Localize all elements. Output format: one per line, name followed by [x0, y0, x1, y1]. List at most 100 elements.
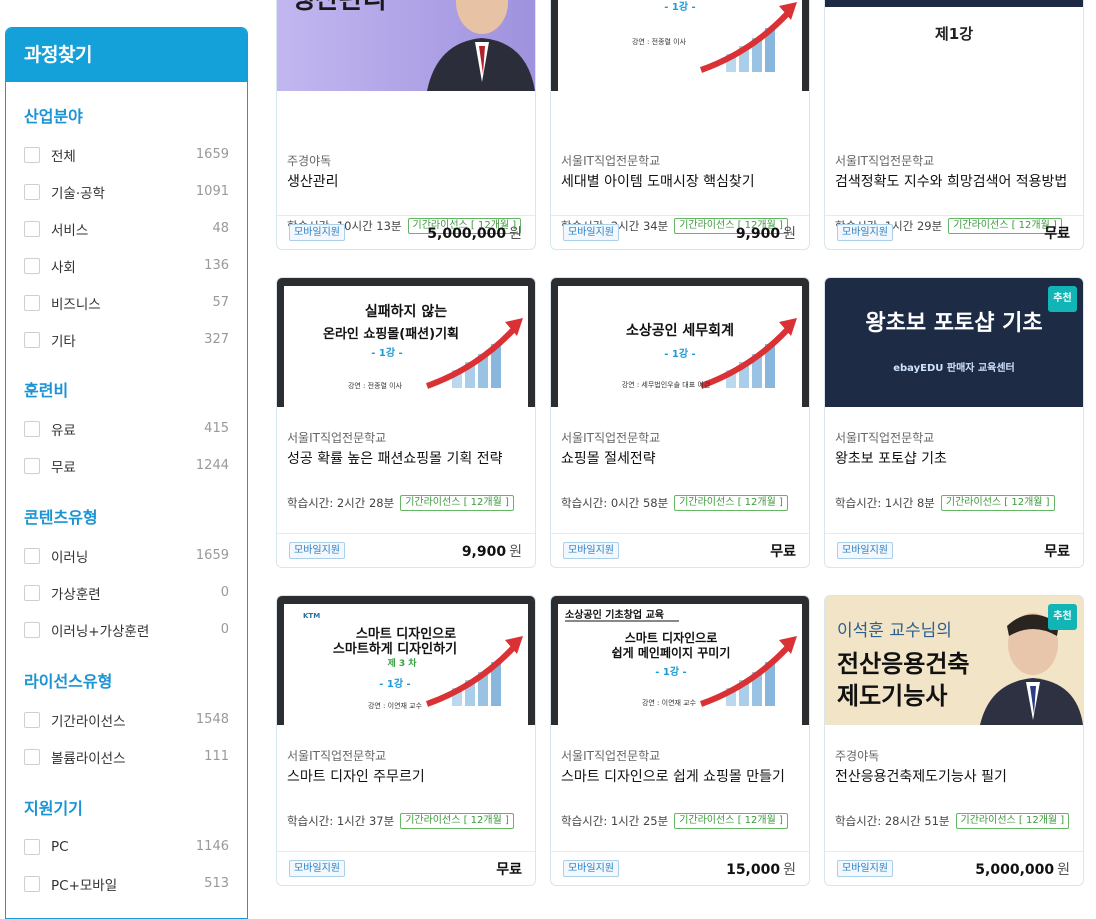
- course-provider: 서울IT직업전문학교: [561, 431, 661, 445]
- price-value: 무료: [1044, 544, 1070, 560]
- svg-text:소상공인 기초창업 교육: 소상공인 기초창업 교육: [565, 608, 664, 621]
- course-thumbnail: 검색정확도 지수와 희망검색어 적용방법ebayEDU 판매자 교육센터제1강: [825, 0, 1083, 91]
- filter-option[interactable]: 볼륨라이선스 111: [6, 738, 247, 775]
- course-thumbnail-wrap[interactable]: 검색정확도 지수와 희망검색어 적용방법ebayEDU 판매자 교육센터제1강: [825, 0, 1083, 91]
- filter-sidebar: 과정찾기 산업분야 전체 1659 기술·공학 1091 서비스 48 사회 136 비즈니스 57…: [5, 27, 248, 919]
- svg-text:강연 : 세무법인우솔 대표 이걸: 강연 : 세무법인우솔 대표 이걸: [622, 380, 711, 389]
- filter-checkbox[interactable]: [24, 294, 40, 311]
- price-value: 9,900: [461, 544, 507, 560]
- filter-checkbox[interactable]: [24, 257, 40, 274]
- filter-option[interactable]: 이러닝 1659: [6, 537, 247, 574]
- course-card[interactable]: 실패하지 않는 온라인 쇼핑몰(패션)기획 - 1강 - 강연 : 전종렬 이사 서울I…: [276, 277, 536, 568]
- filter-checkbox[interactable]: [24, 584, 40, 601]
- course-title[interactable]: 왕초보 포토샵 기초: [835, 448, 947, 468]
- course-thumbnail-wrap[interactable]: 동대문시장,이것만 알면 난 원도매 !- 1강 -강연 : 전종렬 이사: [551, 0, 809, 91]
- filter-option[interactable]: 기타 327: [6, 321, 247, 358]
- course-thumbnail-wrap[interactable]: 실패하지 않는 온라인 쇼핑몰(패션)기획 - 1강 - 강연 : 전종렬 이사: [277, 278, 535, 407]
- filter-option[interactable]: 기술·공학 1091: [6, 173, 247, 210]
- svg-text:온라인 쇼핑몰(패션)기획: 온라인 쇼핑몰(패션)기획: [323, 326, 459, 342]
- filter-checkbox[interactable]: [24, 183, 40, 200]
- study-time-text: 학습시간: 1시간 37분: [287, 814, 395, 828]
- svg-text:제도기능사: 제도기능사: [837, 682, 947, 710]
- filter-checkbox[interactable]: [24, 220, 40, 237]
- filter-option[interactable]: 서비스 48: [6, 210, 247, 247]
- mobile-support-badge: 모바일지원: [289, 224, 345, 241]
- study-time-text: 학습시간: 1시간 25분: [561, 814, 669, 828]
- filter-option[interactable]: 무료 1244: [6, 447, 247, 484]
- mobile-support-badge: 모바일지원: [837, 224, 893, 241]
- filter-checkbox[interactable]: [24, 621, 40, 638]
- svg-text:제 3 차: 제 3 차: [387, 657, 417, 669]
- currency-unit: 원: [509, 226, 522, 242]
- study-time: 학습시간: 1시간 25분 기간라이선스 [ 12개월 ]: [561, 813, 788, 829]
- filter-label: 이러닝+가상훈련: [51, 623, 150, 640]
- course-card[interactable]: 이석훈 교수님의 전산응용건축 제도기능사 주경야독 전산응용건축제도기능사 필기 학습시…: [824, 595, 1084, 886]
- course-title[interactable]: 성공 확률 높은 패션쇼핑몰 기획 전략: [287, 448, 502, 468]
- svg-text:이석훈 교수님의: 이석훈 교수님의: [837, 621, 952, 641]
- course-title[interactable]: 생산관리: [287, 171, 339, 191]
- course-thumbnail-wrap[interactable]: 왕초보 포토샵 기초 ebayEDU 판매자 교육센터: [825, 278, 1083, 407]
- filter-checkbox[interactable]: [24, 748, 40, 765]
- course-thumbnail-wrap[interactable]: 이영철 교수님의생산관리: [277, 0, 535, 91]
- study-time: 학습시간: 1시간 8분 기간라이선스 [ 12개월 ]: [835, 495, 1055, 511]
- course-thumbnail-wrap[interactable]: 소상공인 세무회계 - 1강 - 강연 : 세무법인우솔 대표 이걸: [551, 278, 809, 407]
- filter-option[interactable]: 비즈니스 57: [6, 284, 247, 321]
- course-thumbnail-wrap[interactable]: 이석훈 교수님의 전산응용건축 제도기능사: [825, 596, 1083, 725]
- svg-text:강연 : 전종렬 이사: 강연 : 전종렬 이사: [348, 381, 403, 390]
- filter-checkbox[interactable]: [24, 547, 40, 564]
- course-provider: 서울IT직업전문학교: [835, 154, 935, 168]
- course-card[interactable]: 이영철 교수님의생산관리주경야독생산관리학습시간: 10시간 13분기간라이선스…: [276, 0, 536, 250]
- filter-option[interactable]: PC 1146: [6, 828, 247, 865]
- mobile-support-badge: 모바일지원: [289, 542, 345, 559]
- course-title[interactable]: 전산응용건축제도기능사 필기: [835, 766, 1007, 786]
- svg-text:스마트하게 디자인하기: 스마트하게 디자인하기: [333, 641, 457, 657]
- filter-count: 1548: [195, 712, 229, 727]
- course-price: 9,900 원: [736, 223, 796, 243]
- filter-option[interactable]: 전체 1659: [6, 136, 247, 173]
- filter-checkbox[interactable]: [24, 838, 40, 855]
- course-title[interactable]: 스마트 디자인으로 쉽게 쇼핑몰 만들기: [561, 766, 785, 786]
- course-price: 무료: [1044, 223, 1070, 243]
- filter-checkbox[interactable]: [24, 146, 40, 163]
- course-title[interactable]: 검색정확도 지수와 희망검색어 적용방법: [835, 171, 1067, 191]
- filter-option[interactable]: 이러닝+가상훈련 0: [6, 611, 247, 648]
- card-footer: 모바일지원 9,900 원: [277, 533, 535, 567]
- filter-checkbox[interactable]: [24, 875, 40, 892]
- filter-checkbox[interactable]: [24, 711, 40, 728]
- course-card[interactable]: 소상공인 기초창업 교육 스마트 디자인으로 쉽게 메인페이지 꾸미기 - 1강 - 강…: [550, 595, 810, 886]
- mobile-support-badge: 모바일지원: [563, 860, 619, 877]
- course-card[interactable]: 소상공인 세무회계 - 1강 - 강연 : 세무법인우솔 대표 이걸서울IT직업전문…: [550, 277, 810, 568]
- filter-option[interactable]: 기간라이선스 1548: [6, 701, 247, 738]
- filter-checkbox[interactable]: [24, 420, 40, 437]
- filter-count: 136: [204, 258, 229, 273]
- filter-label: 기간라이선스: [51, 713, 126, 730]
- filter-option[interactable]: 사회 136: [6, 247, 247, 284]
- price-value: 15,000: [726, 862, 781, 878]
- mobile-support-badge: 모바일지원: [837, 860, 893, 877]
- mobile-support-badge: 모바일지원: [289, 860, 345, 877]
- filter-checkbox[interactable]: [24, 457, 40, 474]
- course-title[interactable]: 세대별 아이템 도매시장 핵심찾기: [561, 171, 755, 191]
- svg-text:- 1강 -: - 1강 -: [371, 346, 402, 359]
- filter-label: 사회: [51, 259, 76, 276]
- course-provider: 서울IT직업전문학교: [287, 431, 387, 445]
- course-card[interactable]: 왕초보 포토샵 기초 ebayEDU 판매자 교육센터 서울IT직업전문학교 왕초보 …: [824, 277, 1084, 568]
- course-provider: 주경야독: [287, 154, 332, 168]
- filter-checkbox[interactable]: [24, 331, 40, 348]
- filter-count: 57: [212, 295, 229, 310]
- course-title[interactable]: 쇼핑몰 절세전략: [561, 448, 656, 468]
- sidebar-title: 과정찾기: [6, 28, 247, 82]
- filter-option[interactable]: 유료 415: [6, 410, 247, 447]
- price-value: 5,000,000: [975, 862, 1055, 878]
- filter-option[interactable]: 가상훈련 0: [6, 574, 247, 611]
- course-thumbnail-wrap[interactable]: KTM 스마트 디자인으로 스마트하게 디자인하기 제 3 차 - 1강 - 강연 : 이…: [277, 596, 535, 725]
- course-title[interactable]: 스마트 디자인 주무르기: [287, 766, 425, 786]
- course-card[interactable]: KTM 스마트 디자인으로 스마트하게 디자인하기 제 3 차 - 1강 - 강연 : 이…: [276, 595, 536, 886]
- card-footer: 모바일지원 15,000 원: [551, 851, 809, 885]
- filter-option[interactable]: PC+모바일 513: [6, 865, 247, 902]
- course-card[interactable]: 동대문시장,이것만 알면 난 원도매 !- 1강 -강연 : 전종렬 이사서울I…: [550, 0, 810, 250]
- course-thumbnail-wrap[interactable]: 소상공인 기초창업 교육 스마트 디자인으로 쉽게 메인페이지 꾸미기 - 1강 - 강…: [551, 596, 809, 725]
- course-card[interactable]: 검색정확도 지수와 희망검색어 적용방법ebayEDU 판매자 교육센터제1강서…: [824, 0, 1084, 250]
- svg-text:ebayEDU 판매자 교육센터: ebayEDU 판매자 교육센터: [893, 361, 1015, 374]
- filter-count: 1146: [195, 839, 229, 854]
